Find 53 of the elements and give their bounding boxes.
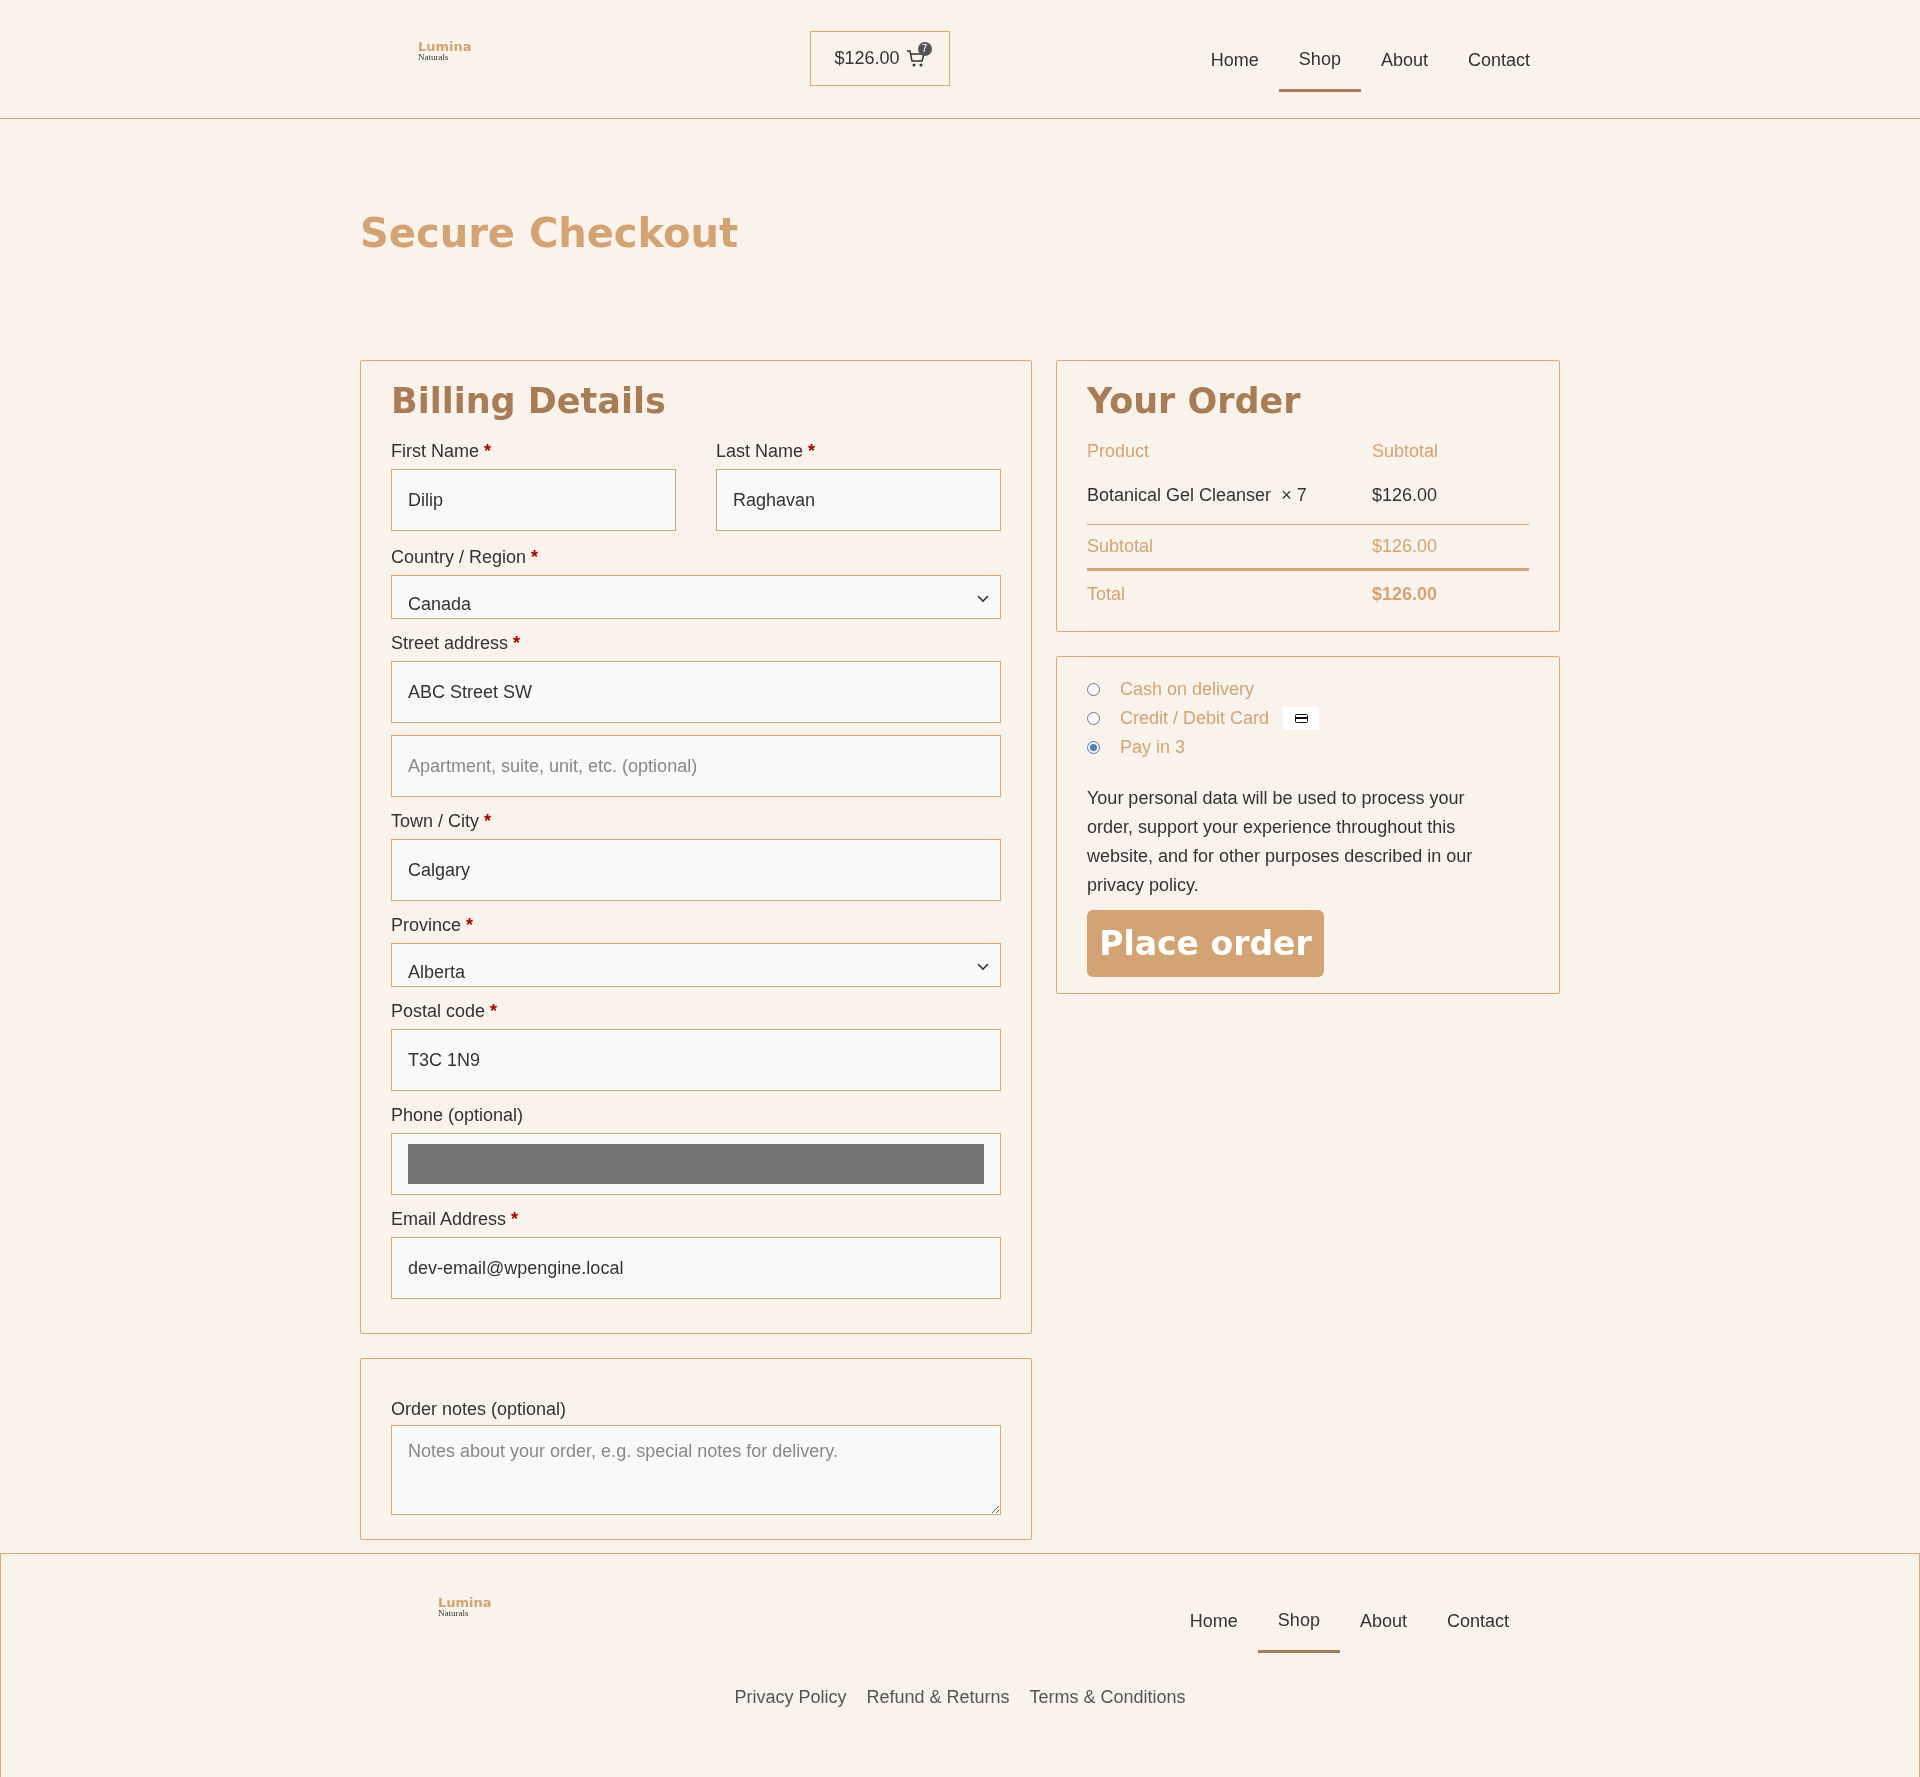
select-field[interactable]: Canada — [391, 575, 1001, 619]
input-field[interactable]: dev-email@wpengine.local — [391, 1237, 1001, 1299]
page-title: Secure Checkout — [360, 209, 740, 258]
total-label: Total — [1087, 582, 1127, 606]
notes-textarea[interactable]: Notes about your order, e.g. special notes for delivery. — [391, 1425, 1001, 1515]
field-label: First Name * — [391, 440, 493, 463]
credit-card-icon — [1294, 714, 1308, 723]
input-field[interactable]: Apartment, suite, unit, etc. (optional) — [391, 735, 1001, 797]
nav-link[interactable]: About — [1339, 1592, 1427, 1654]
input-field[interactable]: ABC Street SW — [391, 661, 1001, 723]
cart-count-badge: 7 — [917, 41, 932, 56]
product-name: Botanical Gel Cleanser × 7 — [1087, 484, 1308, 507]
field-label: Email Address * — [391, 1208, 520, 1231]
nav-link[interactable]: Home — [1169, 1592, 1258, 1654]
brand-logo[interactable]: Lumina Naturals — [438, 1596, 492, 1618]
field-label: Street address * — [391, 632, 522, 655]
input-field[interactable]: Calgary — [391, 839, 1001, 901]
section-title: Billing Details — [391, 380, 667, 423]
field-label: Order notes (optional) — [391, 1398, 568, 1421]
nav-link[interactable]: Home — [1190, 31, 1279, 93]
cart-button[interactable]: $126.00 7 — [810, 31, 950, 86]
column-header: Subtotal — [1372, 439, 1440, 463]
field-label: Country / Region * — [391, 546, 540, 569]
input-field[interactable] — [391, 1133, 1001, 1195]
field-label: Postal code * — [391, 1000, 499, 1023]
privacy-notice: Your personal data will be used to process your order, support your experience throughout this website, and for other purposes described in our privacy policy. — [1087, 787, 1474, 897]
field-label: Last Name * — [716, 440, 817, 463]
chevron-down-icon — [977, 963, 989, 971]
column-header: Product — [1087, 439, 1151, 463]
radio-button[interactable] — [1087, 683, 1100, 696]
select-field[interactable]: Alberta — [391, 943, 1001, 987]
brand-logo[interactable]: Lumina Naturals — [418, 40, 810, 62]
field-label: Town / City * — [391, 810, 493, 833]
subtotal-label: Subtotal — [1087, 535, 1155, 558]
nav-link[interactable]: Shop — [1278, 30, 1361, 92]
section-title: Your Order — [1087, 380, 1302, 423]
footer-link[interactable]: Refund & Returns — [866, 1684, 1010, 1711]
subtotal-value: $126.00 — [1372, 535, 1439, 558]
input-field[interactable]: Raghavan — [716, 469, 1001, 531]
field-label: Province * — [391, 914, 475, 937]
total-value: $126.00 — [1372, 582, 1439, 606]
radio-button[interactable] — [1087, 712, 1100, 725]
chevron-down-icon — [977, 595, 989, 603]
input-field[interactable]: Dilip — [391, 469, 676, 531]
footer-link[interactable]: Terms & Conditions — [1029, 1684, 1186, 1711]
line-subtotal: $126.00 — [1372, 484, 1439, 507]
footer-link[interactable]: Privacy Policy — [734, 1684, 847, 1711]
field-label: Phone (optional) — [391, 1104, 525, 1127]
nav-link[interactable]: About — [1360, 31, 1448, 93]
nav-link[interactable]: Contact — [1426, 1592, 1529, 1654]
nav-link[interactable]: Contact — [1447, 31, 1550, 93]
input-field[interactable]: T3C 1N9 — [391, 1029, 1001, 1091]
nav-link[interactable]: Shop — [1257, 1591, 1340, 1653]
